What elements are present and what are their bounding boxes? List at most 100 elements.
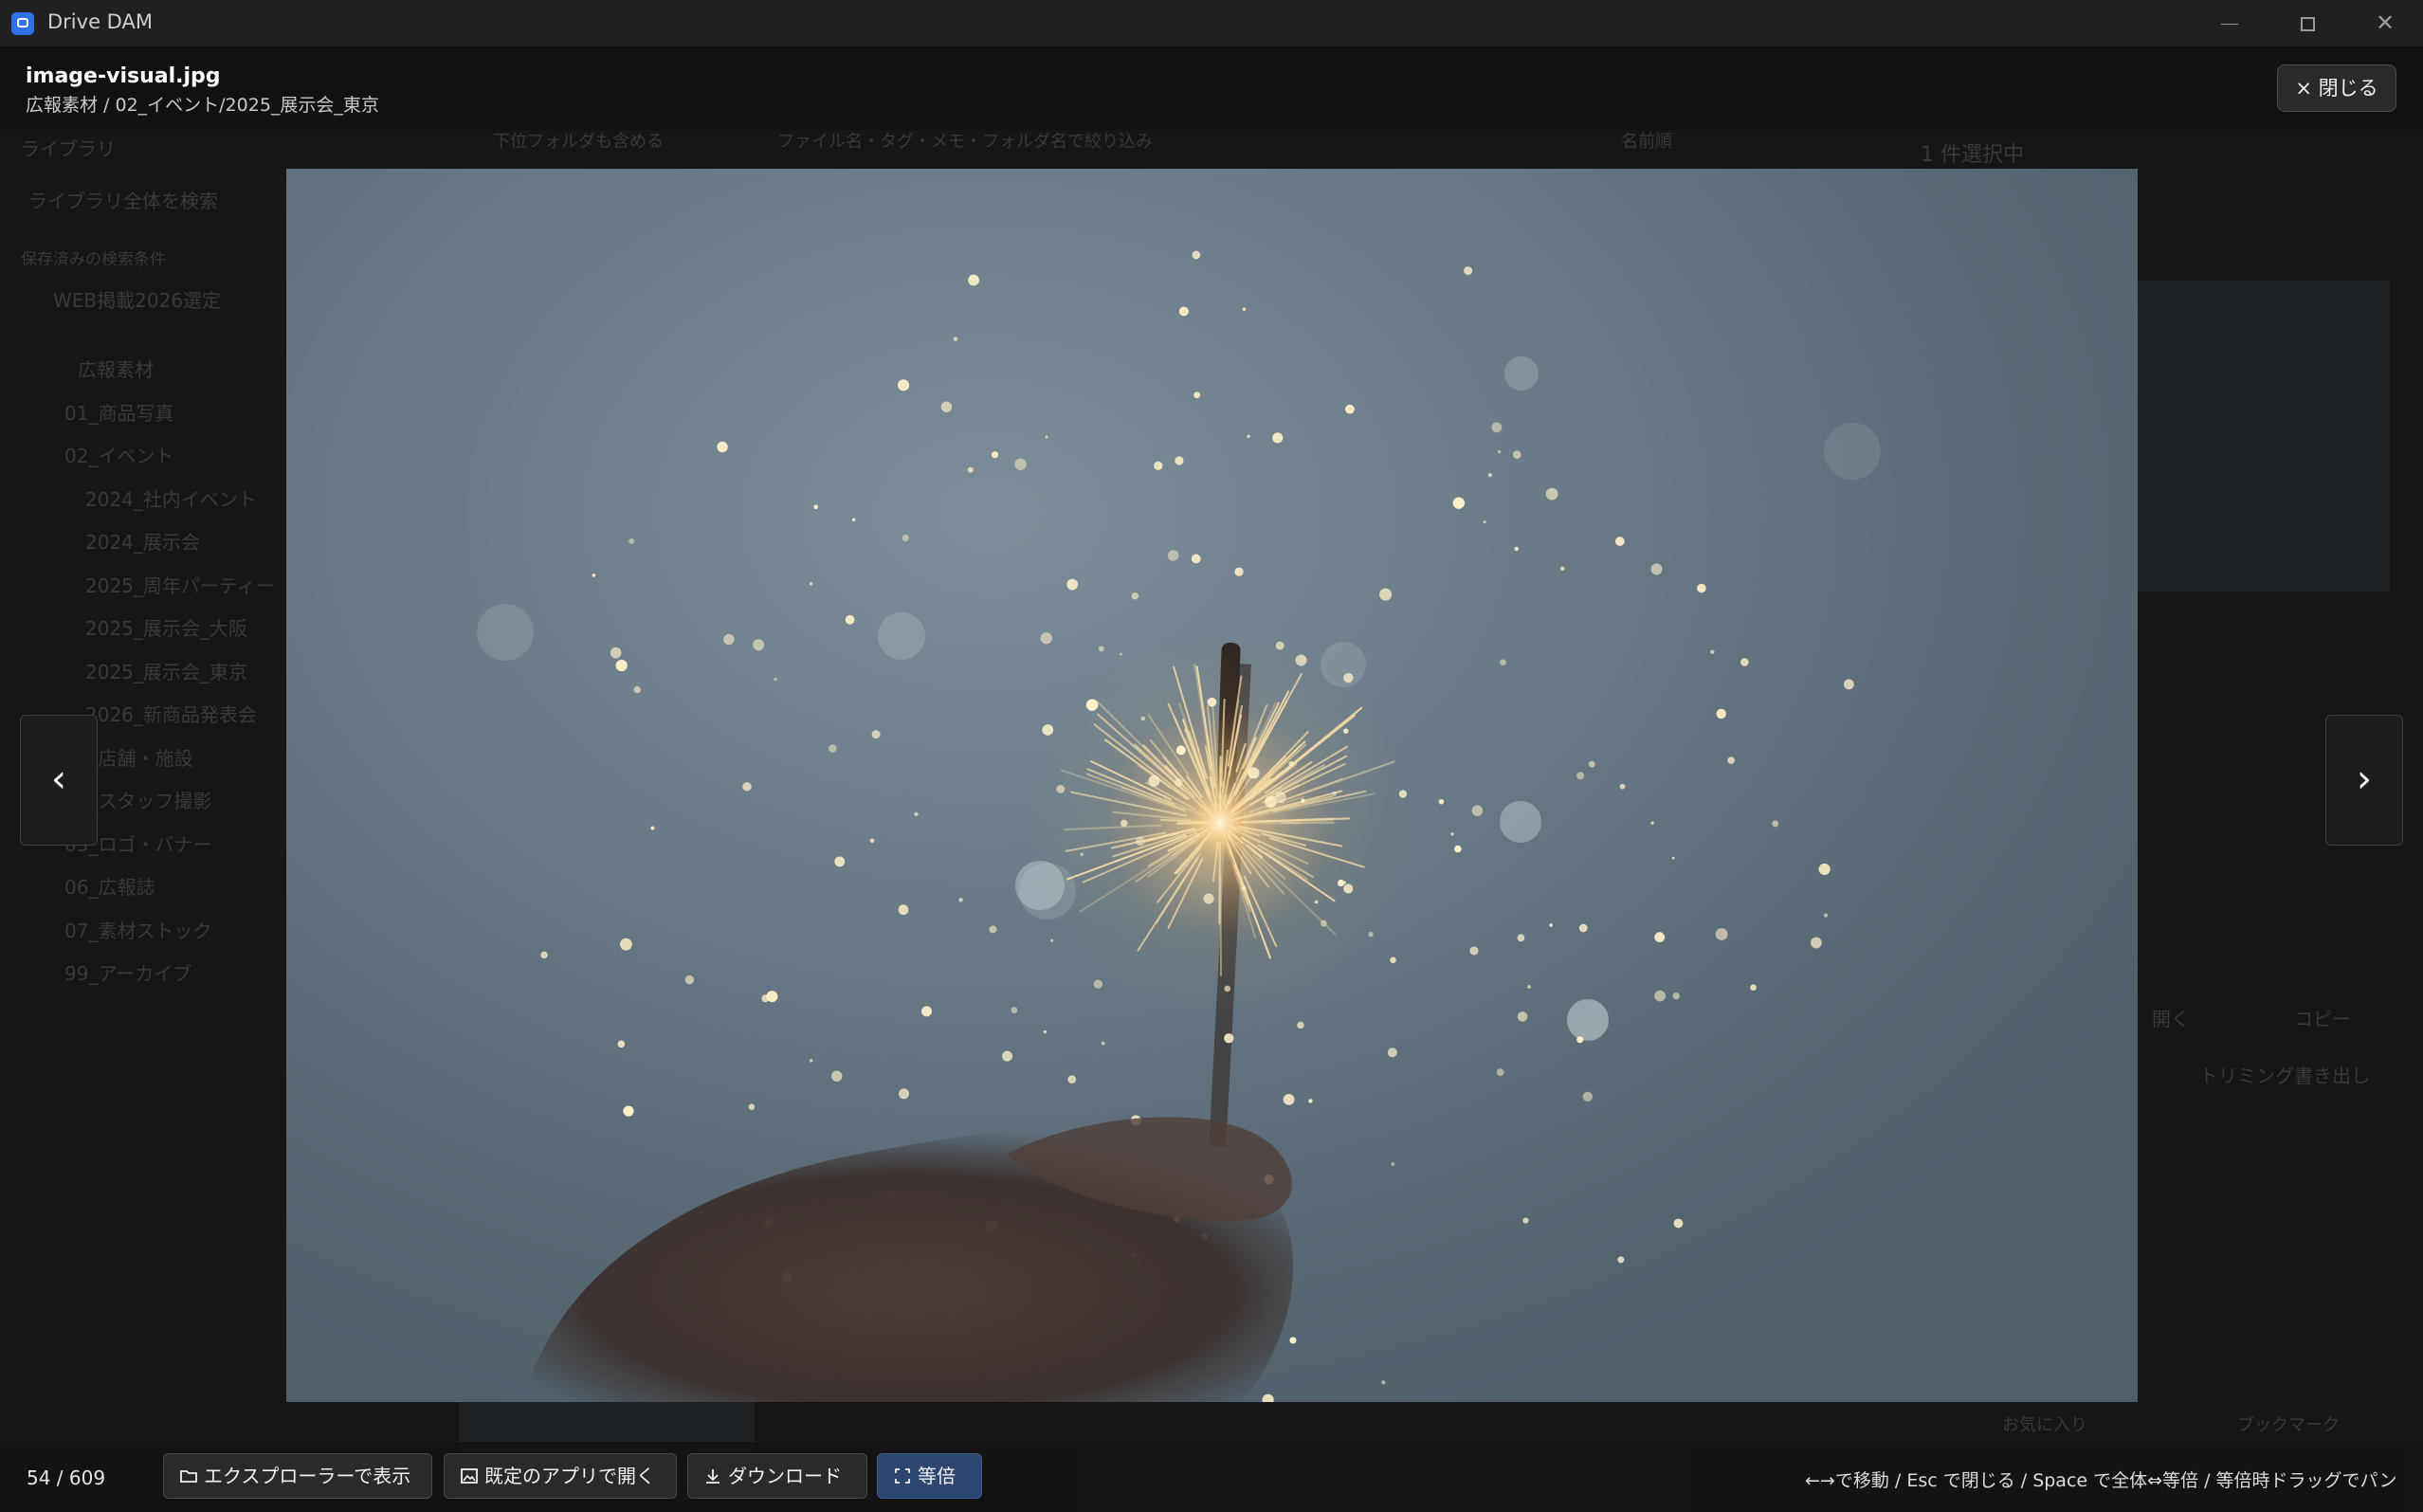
chevron-right-icon[interactable]: ›: [2325, 715, 2403, 846]
tree-item[interactable]: 01_商品写真: [64, 398, 173, 426]
spark-ember: [1067, 1075, 1077, 1084]
detail-open-button[interactable]: 開く: [2152, 1004, 2190, 1031]
tree-item[interactable]: 2025_展示会_東京: [85, 657, 247, 684]
spark-ember: [592, 574, 596, 577]
spark-ember: [1295, 654, 1307, 666]
spark-ember: [1387, 1047, 1397, 1058]
spark-ember: [920, 1006, 932, 1017]
maximize-icon[interactable]: [2269, 0, 2345, 46]
open-default-app-button[interactable]: 既定のアプリで開く: [444, 1453, 677, 1499]
spark-ember: [1274, 791, 1286, 803]
folder-icon: [180, 1470, 197, 1483]
detail-trim-button[interactable]: トリミング書き出し: [2199, 1061, 2370, 1088]
spark-ember: [1242, 307, 1247, 311]
spark-ember: [610, 647, 622, 659]
spark-ember: [1398, 790, 1408, 798]
chevron-left-icon[interactable]: ‹: [20, 715, 98, 846]
spark-ember: [1381, 1380, 1386, 1385]
spark-ember: [620, 938, 632, 951]
spark-ember: [1338, 879, 1345, 887]
spark-ember: [742, 782, 752, 792]
minimize-icon[interactable]: [2192, 0, 2268, 46]
spark-ember: [989, 925, 997, 934]
tree-item[interactable]: 2025_展示会_大阪: [85, 613, 247, 641]
spark-ember: [1345, 404, 1355, 414]
sort-select[interactable]: 名前順: [1621, 128, 1672, 153]
tree-item[interactable]: 2025_周年パーティー: [85, 571, 275, 598]
spark-ember: [1224, 1033, 1234, 1044]
window-title: Drive DAM: [47, 10, 153, 33]
tree-item[interactable]: 07_素材ストック: [64, 916, 211, 943]
favorite-button[interactable]: お気に入り: [2002, 1412, 2087, 1436]
close-icon[interactable]: ✕: [2347, 0, 2423, 46]
spark-ember: [1500, 659, 1506, 666]
download-button[interactable]: ダウンロード: [687, 1453, 867, 1499]
spark-ember: [1619, 783, 1626, 790]
spark-ember: [1487, 473, 1492, 478]
spark-ember: [1002, 1050, 1013, 1062]
spark-ember: [1193, 392, 1201, 399]
spark-ember: [1120, 819, 1128, 828]
spark-ember: [899, 1088, 910, 1100]
actual-size-button[interactable]: 等倍: [877, 1453, 982, 1499]
spark-ember: [1056, 785, 1066, 793]
spark-ember: [1265, 795, 1277, 809]
spark-ember: [940, 401, 953, 412]
detail-preview: [2138, 281, 2390, 592]
spark-ember: [1175, 745, 1186, 756]
spark-ember: [1464, 266, 1473, 276]
tree-item[interactable]: 02_イベント: [64, 441, 173, 468]
subfolder-toggle[interactable]: 下位フォルダも含める: [493, 128, 664, 153]
actual-size-label: 等倍: [918, 1465, 956, 1487]
tree-item[interactable]: 2024_社内イベント: [85, 484, 257, 512]
spark-ember: [1343, 672, 1354, 683]
spark-streak: [1235, 822, 1303, 825]
spark-ember: [1452, 497, 1466, 509]
spark-ember: [1469, 946, 1479, 956]
selection-header: 1 件選択中: [1921, 143, 2024, 167]
spark-ember: [1844, 679, 1854, 690]
tree-item[interactable]: 2024_展示会: [85, 527, 200, 555]
spark-ember: [1697, 583, 1706, 593]
spark-ember: [1810, 937, 1822, 949]
viewer-close-button[interactable]: × 閉じる: [2277, 64, 2396, 112]
spark-ember: [1119, 652, 1122, 656]
spark-ember: [1178, 306, 1189, 317]
spark-ember: [1148, 774, 1160, 787]
tree-item[interactable]: 2026_新商品発表会: [85, 700, 257, 727]
spark-ember: [1154, 461, 1163, 470]
spark-ember: [1491, 422, 1503, 433]
show-in-explorer-button[interactable]: エクスプローラーで表示: [163, 1453, 432, 1499]
filter-input[interactable]: ファイル名・タグ・メモ・フォルダ名で絞り込み: [777, 128, 1153, 153]
detail-copy-button[interactable]: コピー: [2294, 1004, 2351, 1031]
spark-ember: [1288, 760, 1294, 767]
library-search-input[interactable]: ライブラリ全体を検索: [28, 186, 218, 213]
spark-ember: [1673, 1218, 1684, 1229]
tree-item[interactable]: 06_広報誌: [64, 872, 155, 900]
sparkler-photo[interactable]: [286, 169, 2138, 1402]
spark-ember: [1140, 716, 1146, 721]
fullscreen-icon: [895, 1468, 910, 1484]
tree-item[interactable]: 99_アーカイブ: [64, 958, 191, 986]
open-default-app-label: 既定のアプリで開く: [484, 1465, 655, 1487]
spark-ember: [684, 975, 695, 985]
spark-ember: [1014, 458, 1027, 471]
window-titlebar: Drive DAM ✕: [0, 0, 2423, 46]
tree-item[interactable]: 広報素材: [78, 355, 154, 382]
spark-ember: [1050, 938, 1054, 942]
spark-ember: [898, 904, 909, 916]
spark-ember: [1066, 578, 1079, 591]
spark-ember: [1343, 884, 1354, 894]
spark-ember: [1045, 435, 1048, 439]
spark-ember: [1224, 985, 1231, 993]
app-logo-icon: [11, 12, 34, 35]
spark-ember: [1080, 852, 1084, 857]
spark-ember: [650, 826, 655, 830]
spark-ember: [958, 898, 963, 902]
spark-ember: [897, 379, 910, 392]
spark-ember: [753, 639, 765, 651]
bookmark-button[interactable]: ブックマーク: [2237, 1412, 2340, 1436]
spark-ember: [1391, 1162, 1395, 1167]
spark-ember: [1496, 1068, 1504, 1077]
saved-search-item[interactable]: WEB掲載2026選定: [53, 285, 221, 313]
